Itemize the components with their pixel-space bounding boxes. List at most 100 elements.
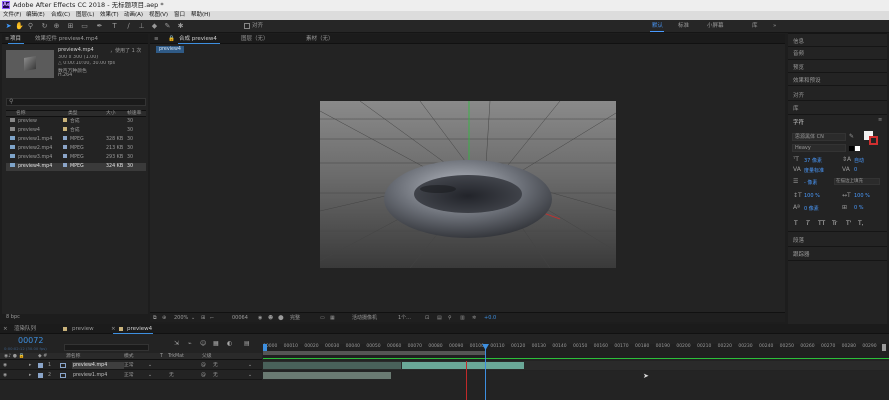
rotate-tool-icon[interactable]: ↻ [40,22,49,31]
channel-icon[interactable]: ⬤ [278,313,284,323]
rectangle-tool-icon[interactable]: ▭ [80,22,89,31]
tracking-value[interactable]: 0 [854,167,857,173]
panel-tracker[interactable]: 跟踪器 [793,250,810,258]
menu-edit[interactable]: 编辑(E) [26,11,45,20]
all-caps-button[interactable]: TT [818,220,825,227]
label-color-swatch[interactable] [63,136,67,140]
column-t[interactable]: T [160,353,163,360]
region-of-interest-icon[interactable]: ▭ [320,313,325,323]
pickwhip-icon[interactable]: @ [201,361,206,370]
layer-color-label[interactable] [38,373,43,378]
column-source-name[interactable]: 源名称 [66,353,80,360]
timecode-display[interactable]: 00064 [232,313,248,323]
project-search-input[interactable]: ⚲ [6,98,146,106]
work-area-start-handle[interactable] [263,344,267,351]
layer-bar[interactable] [263,372,391,379]
column-size[interactable]: 大小 [106,111,116,117]
tab-layer[interactable]: 图层（无） [241,34,269,44]
draft-3d-icon[interactable]: ⌁ [188,340,192,347]
composition-canvas[interactable] [320,101,616,268]
superscript-button[interactable]: T' [846,220,851,227]
project-file-row[interactable]: preview1.mp4 MPEG 328 KB 30 [6,136,146,144]
menu-effect[interactable]: 效果(T) [100,11,119,20]
column-name[interactable]: 名称 [16,111,26,117]
column-mode[interactable]: 模式 [124,353,134,360]
stroke-color-swatch[interactable] [869,136,878,145]
tab-comp-preview[interactable]: preview [72,324,94,334]
zoom-dropdown[interactable]: 200% [174,313,188,323]
subscript-button[interactable]: T, [858,220,864,227]
project-file-row[interactable]: preview4.mp4 MPEG 324 KB 30 [6,163,146,171]
menu-help[interactable]: 帮助(H) [191,11,210,20]
panel-paragraph[interactable]: 段落 [793,236,804,244]
clone-stamp-tool-icon[interactable]: ⊥ [137,22,146,31]
panel-character-title[interactable]: 字符 [793,118,804,126]
expand-arrow-icon[interactable]: ▸ [29,361,31,370]
timeline-icon[interactable]: ▥ [460,313,465,323]
character-menu-icon[interactable]: ≡ [878,117,882,123]
project-file-row[interactable]: preview3.mp4 MPEG 293 KB 30 [6,154,146,162]
eyedropper-icon[interactable]: ✎ [849,133,854,140]
selection-tool-icon[interactable]: ➤ [4,22,13,31]
fast-preview-icon[interactable]: ⚲ [448,313,452,323]
faux-bold-button[interactable]: T [794,220,798,227]
menu-file[interactable]: 文件(F) [3,11,21,20]
menu-animation[interactable]: 动画(A) [124,11,143,20]
expand-arrow-icon[interactable]: ▸ [29,371,31,380]
camera-dropdown[interactable]: 活动摄像机 [352,313,377,323]
column-trkmat[interactable]: TrkMat [168,353,184,360]
stroke-width-value[interactable]: - 像素 [804,179,817,186]
layer-name[interactable]: preview1.mp4 [72,372,124,379]
views-dropdown[interactable]: 1个... [398,313,411,323]
panel-effects-presets[interactable]: 效果和预设 [793,76,821,84]
always-preview-icon[interactable]: ⧉ [153,313,157,323]
zoom-tool-icon[interactable]: ⚲ [26,22,35,31]
tab-footage[interactable]: 素材（无） [306,34,334,44]
workspace-menu-icon[interactable]: » [773,22,776,31]
visibility-eye-icon[interactable]: ◉ [3,371,7,380]
panel-library[interactable]: 库 [793,104,799,112]
playhead[interactable] [485,344,486,400]
leading-value[interactable]: 自动 [854,157,864,164]
snapshot-icon[interactable]: ◉ [258,313,262,323]
font-style-select[interactable]: Heavy [792,144,846,152]
work-area-end-handle[interactable] [882,344,886,351]
layer-trkmat[interactable]: 无 [169,371,174,380]
toggle-pixel-icon[interactable]: ⊡ [425,313,429,323]
label-color-swatch[interactable] [63,118,67,122]
tab-effect-controls[interactable]: 效果控件 preview4.mp4 [35,34,125,44]
column-fps[interactable]: 帧速率 [127,111,141,117]
project-file-row[interactable]: preview 合成 30 [6,118,146,126]
layer-mode[interactable]: 正常 [124,371,134,380]
white-swatch[interactable] [855,146,860,151]
pen-tool-icon[interactable]: ✒ [95,22,104,31]
layer-row[interactable]: ◉ ▸ 2 preview1.mp4 正常 ⌄ 无 @ 无 ⌄ [0,371,262,380]
project-file-row[interactable]: preview4 合成 30 [6,127,146,135]
layer-mode[interactable]: 正常 [124,361,134,370]
layer-bar[interactable] [263,362,401,369]
panel-info[interactable]: 信息 [793,37,804,45]
workspace-standard[interactable]: 标准 [678,22,689,31]
font-family-select[interactable]: 思源黑体 CN [792,133,846,141]
transparency-grid-icon[interactable]: ▦ [330,313,335,323]
timeline-search-input[interactable] [64,344,149,351]
horizontal-scale-value[interactable]: 100 % [854,193,870,199]
small-caps-button[interactable]: Tr [832,220,837,227]
layer-parent[interactable]: 无 [213,361,218,370]
layer-row[interactable]: ◉ ▸ 1 preview4.mp4 正常 ⌄ @ 无 ⌄ [0,361,262,370]
kerning-value[interactable]: 度量标准 [804,167,824,174]
safe-margins-icon[interactable]: ⊞ [201,313,205,323]
menu-view[interactable]: 视图(V) [149,11,168,20]
shy-layers-icon[interactable]: ☺ [200,340,206,347]
project-file-row[interactable]: preview2.mp4 MPEG 213 KB 30 [6,145,146,153]
workspace-default[interactable]: 默认 [652,22,663,31]
work-area-bar[interactable] [263,351,485,355]
menu-window[interactable]: 窗口 [174,11,185,20]
lock-icon[interactable]: 🔒 [168,34,175,44]
faux-italic-button[interactable]: T [806,220,810,227]
label-color-swatch[interactable] [63,154,67,158]
roto-brush-tool-icon[interactable]: ✎ [163,22,172,31]
motion-blur-icon[interactable]: ◐ [227,340,232,347]
visibility-eye-icon[interactable]: ◉ [3,361,7,370]
comp-mini-flowchart-icon[interactable]: ⇲ [174,340,179,347]
